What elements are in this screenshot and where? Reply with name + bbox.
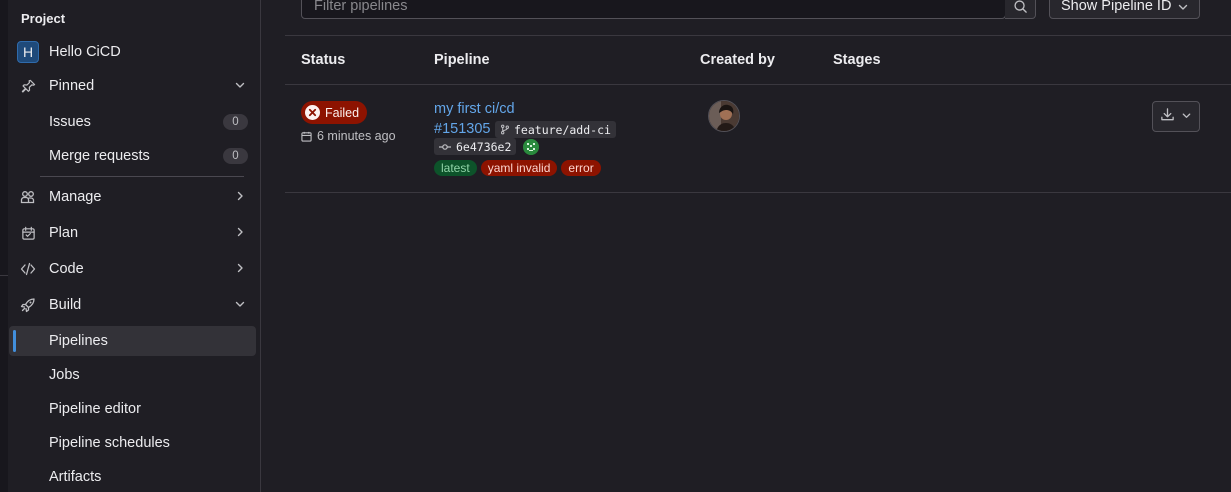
sidebar-item-label: Pipeline editor <box>49 401 141 417</box>
calendar-icon <box>20 225 36 241</box>
creator-avatar[interactable] <box>708 100 740 132</box>
download-artifacts-button[interactable] <box>1152 101 1200 132</box>
badge-yaml-invalid[interactable]: yaml invalid <box>480 160 558 176</box>
created-time: 6 minutes ago <box>301 129 396 143</box>
chevron-down-icon <box>234 298 246 310</box>
pipeline-id-link[interactable]: #151305 <box>434 121 490 137</box>
sidebar-item-label: Artifacts <box>49 469 102 485</box>
app-window: Project H Hello CiCD Pinned Issues 0 Mer… <box>0 0 1231 492</box>
sidebar-section-title: Project <box>21 11 66 26</box>
commit-sha: 6e4736e2 <box>456 139 512 154</box>
sidebar-item-manage[interactable]: Manage <box>9 182 256 212</box>
sidebar-item-artifacts[interactable]: Artifacts <box>9 462 256 492</box>
pipeline-id-dropdown[interactable]: Show Pipeline ID <box>1049 0 1200 19</box>
chevron-down-icon <box>1177 0 1189 18</box>
badge-error[interactable]: error <box>561 160 601 176</box>
project-avatar: H <box>17 41 39 63</box>
table-header-border <box>285 84 1231 85</box>
chevron-down-icon <box>1181 108 1192 126</box>
sidebar-item-jobs[interactable]: Jobs <box>9 360 256 390</box>
status-label: Failed <box>325 105 360 120</box>
commit-author-avatar[interactable] <box>523 139 539 155</box>
pipeline-badges: latest yaml invalid error <box>434 160 601 176</box>
sidebar-item-label: Pipelines <box>49 333 108 349</box>
search-icon <box>1013 0 1028 19</box>
badge-latest: latest <box>434 160 477 176</box>
project-name: Hello CiCD <box>49 44 121 60</box>
sidebar-item-label: Issues <box>49 114 91 130</box>
pin-icon <box>20 78 36 94</box>
branch-ref-link[interactable]: feature/add-ci <box>495 121 616 138</box>
sidebar-item-pipeline-schedules[interactable]: Pipeline schedules <box>9 428 256 458</box>
chevron-right-icon <box>234 226 246 238</box>
sidebar-item-label: Pinned <box>49 78 95 94</box>
header-created-by: Created by <box>700 52 775 68</box>
chevron-right-icon <box>234 190 246 202</box>
commit-icon <box>439 143 451 151</box>
filter-placeholder: Filter pipelines <box>314 0 408 14</box>
branch-name: feature/add-ci <box>514 122 611 137</box>
sidebar-item-pipeline-editor[interactable]: Pipeline editor <box>9 394 256 424</box>
sidebar-item-label: Build <box>49 297 82 313</box>
table-top-border <box>285 35 1231 36</box>
sidebar-item-merge-requests[interactable]: Merge requests 0 <box>9 141 256 171</box>
rocket-icon <box>20 297 36 313</box>
dropdown-label: Show Pipeline ID <box>1061 0 1172 14</box>
header-status: Status <box>301 52 346 68</box>
sidebar-item-plan[interactable]: Plan <box>9 218 256 248</box>
commit-sha-link[interactable]: 6e4736e2 <box>434 138 517 155</box>
filter-search-button[interactable] <box>1005 0 1036 19</box>
active-indicator <box>13 330 16 352</box>
code-icon <box>20 261 36 277</box>
download-icon <box>1160 107 1175 127</box>
header-pipeline: Pipeline <box>434 52 490 68</box>
sidebar-item-label: Merge requests <box>49 148 150 164</box>
sidebar-item-label: Plan <box>49 225 79 241</box>
calendar-icon <box>301 131 312 142</box>
sidebar-divider <box>40 176 244 177</box>
sidebar-project-link[interactable]: H Hello CiCD <box>9 37 256 67</box>
status-badge[interactable]: Failed <box>301 101 368 124</box>
count-badge: 0 <box>223 148 248 164</box>
pipelines-main: Filter pipelines Show Pipeline ID Status… <box>261 0 1231 492</box>
pipeline-title-link[interactable]: my first ci/cd <box>434 101 515 117</box>
table-row-border <box>285 192 1231 193</box>
sidebar-item-label: Jobs <box>49 367 80 383</box>
chevron-right-icon <box>234 262 246 274</box>
sidebar-item-label: Pipeline schedules <box>49 435 170 451</box>
branch-icon <box>500 124 510 135</box>
sidebar-edge <box>0 0 8 492</box>
filter-pipelines-input[interactable]: Filter pipelines <box>301 0 1006 19</box>
chevron-down-icon <box>234 79 246 91</box>
sidebar-item-issues[interactable]: Issues 0 <box>9 107 256 137</box>
users-icon <box>20 189 36 205</box>
time-label: 6 minutes ago <box>317 129 396 143</box>
project-sidebar: Project H Hello CiCD Pinned Issues 0 Mer… <box>0 0 261 492</box>
sidebar-item-pipelines[interactable]: Pipelines <box>9 326 256 356</box>
sidebar-item-label: Code <box>49 261 84 277</box>
sidebar-item-pinned[interactable]: Pinned <box>9 71 256 101</box>
status-failed-icon <box>305 105 320 120</box>
sidebar-item-label: Manage <box>49 189 102 205</box>
count-badge: 0 <box>223 114 248 130</box>
header-stages: Stages <box>833 52 881 68</box>
sidebar-item-code[interactable]: Code <box>9 254 256 284</box>
sidebar-item-build[interactable]: Build <box>9 290 256 320</box>
